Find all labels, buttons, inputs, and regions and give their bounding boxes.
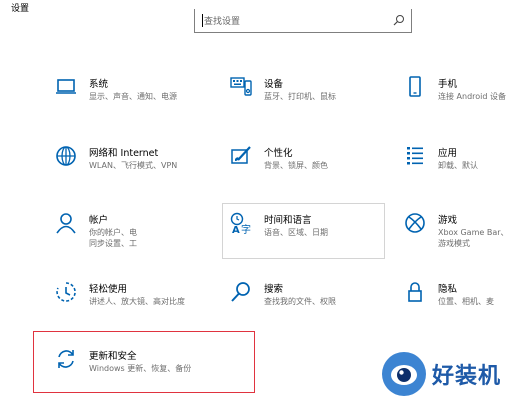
svg-text:A: A: [232, 225, 240, 234]
tile-desc: 蓝牙、打印机、鼠标: [264, 92, 336, 101]
tile-desc: 连接 Android 设备: [438, 91, 506, 102]
tile-name: 帐户: [89, 215, 109, 226]
ease-of-access-icon: [56, 282, 76, 302]
apps-list-icon: [407, 147, 423, 165]
tile-update-security[interactable]: 更新和安全 Windows 更新、恢复、备份: [55, 348, 215, 400]
tile-desc: 讲述人、放大镜、高对比度: [89, 297, 185, 306]
tile-desc: 显示、声音、通知、电源: [89, 92, 177, 101]
tile-desc-line: 同步设置、工: [89, 239, 137, 248]
tile-personalization[interactable]: 个性化 背景、锁屏、颜色: [230, 145, 390, 197]
search-box[interactable]: 查找设置: [194, 9, 412, 33]
tile-desc: 你的帐户、电 同步设置、工: [89, 227, 137, 249]
tile-privacy[interactable]: 隐私 位置、相机、麦: [404, 281, 523, 333]
window-title: 设置: [11, 4, 30, 14]
tile-name: 更新和安全: [89, 351, 137, 362]
laptop-icon: [56, 79, 76, 94]
tile-name: 网络和 Internet: [89, 148, 159, 159]
tile-devices[interactable]: 设备 蓝牙、打印机、鼠标: [230, 76, 390, 128]
phone-icon: [409, 76, 421, 97]
tile-desc-line: 连接 Android 设备: [438, 92, 507, 101]
tile-desc: 查找我的文件、权限: [264, 297, 336, 306]
tile-desc: WLAN、飞行模式、VPN: [89, 161, 178, 170]
svg-text:字: 字: [241, 223, 251, 234]
tile-network[interactable]: 网络和 Internet WLAN、飞行模式、VPN: [55, 145, 215, 197]
tile-system[interactable]: 系统 显示、声音、通知、电源: [55, 76, 215, 128]
tile-desc: 卸载、默认: [438, 160, 478, 171]
tile-desc: Windows 更新、恢复、备份: [89, 364, 192, 373]
settings-window: 设置 查找设置 系统 显示、声音、通知、电源 设备 蓝牙、打印机、鼠标 手机 连…: [0, 0, 523, 401]
tile-name: 手机: [438, 79, 458, 90]
tile-name: 个性化: [264, 148, 293, 159]
tile-name: 游戏: [438, 215, 458, 226]
tile-desc: Xbox Game Bar、 游戏模式: [438, 227, 509, 249]
tile-desc-line: 游戏模式: [438, 239, 470, 248]
tile-time-language[interactable]: A 字 时间和语言 语音、区域、日期: [230, 212, 390, 264]
watermark-logo: [382, 352, 426, 396]
sync-arrows-icon: [58, 350, 74, 368]
tile-gaming[interactable]: 游戏 Xbox Game Bar、 游戏模式: [404, 212, 523, 264]
tile-apps[interactable]: 应用 卸载、默认: [404, 145, 523, 197]
paint-brush-icon: [231, 146, 251, 164]
xbox-icon: [405, 213, 425, 233]
text-caret: [202, 14, 203, 27]
tile-desc: 背景、锁屏、颜色: [264, 161, 328, 170]
watermark-text: 好装机: [432, 364, 502, 389]
tile-desc: 语音、区域、日期: [264, 228, 328, 237]
tile-name: 搜索: [264, 284, 284, 295]
tile-name: 应用: [438, 148, 458, 159]
person-icon: [56, 213, 76, 234]
search-magnifier-icon: [231, 282, 250, 302]
search-icon[interactable]: [393, 14, 405, 26]
tile-desc-line: Xbox Game Bar、: [438, 228, 509, 237]
keyboard-devices-icon: [230, 77, 252, 96]
tile-accounts[interactable]: 帐户 你的帐户、电 同步设置、工: [55, 212, 215, 264]
tile-name: 隐私: [438, 284, 458, 295]
tile-search[interactable]: 搜索 查找我的文件、权限: [230, 281, 390, 333]
tile-name: 系统: [89, 79, 109, 90]
tile-desc-line: 你的帐户、电: [89, 228, 137, 237]
watermark-eye-icon: [391, 365, 417, 385]
time-language-icon: A 字: [230, 212, 251, 234]
tile-desc: 位置、相机、麦: [438, 296, 494, 307]
tile-name: 轻松使用: [89, 284, 128, 295]
globe-icon: [56, 146, 76, 166]
tile-ease-of-access[interactable]: 轻松使用 讲述人、放大镜、高对比度: [55, 281, 215, 333]
tile-phone[interactable]: 手机 连接 Android 设备: [404, 76, 523, 128]
search-placeholder: 查找设置: [204, 17, 241, 27]
tile-desc-line: 位置、相机、麦: [438, 297, 494, 306]
tile-name: 时间和语言: [264, 215, 312, 226]
tile-name: 设备: [264, 79, 284, 90]
tile-desc-line: 卸载、默认: [438, 161, 478, 170]
lock-icon: [408, 282, 422, 302]
